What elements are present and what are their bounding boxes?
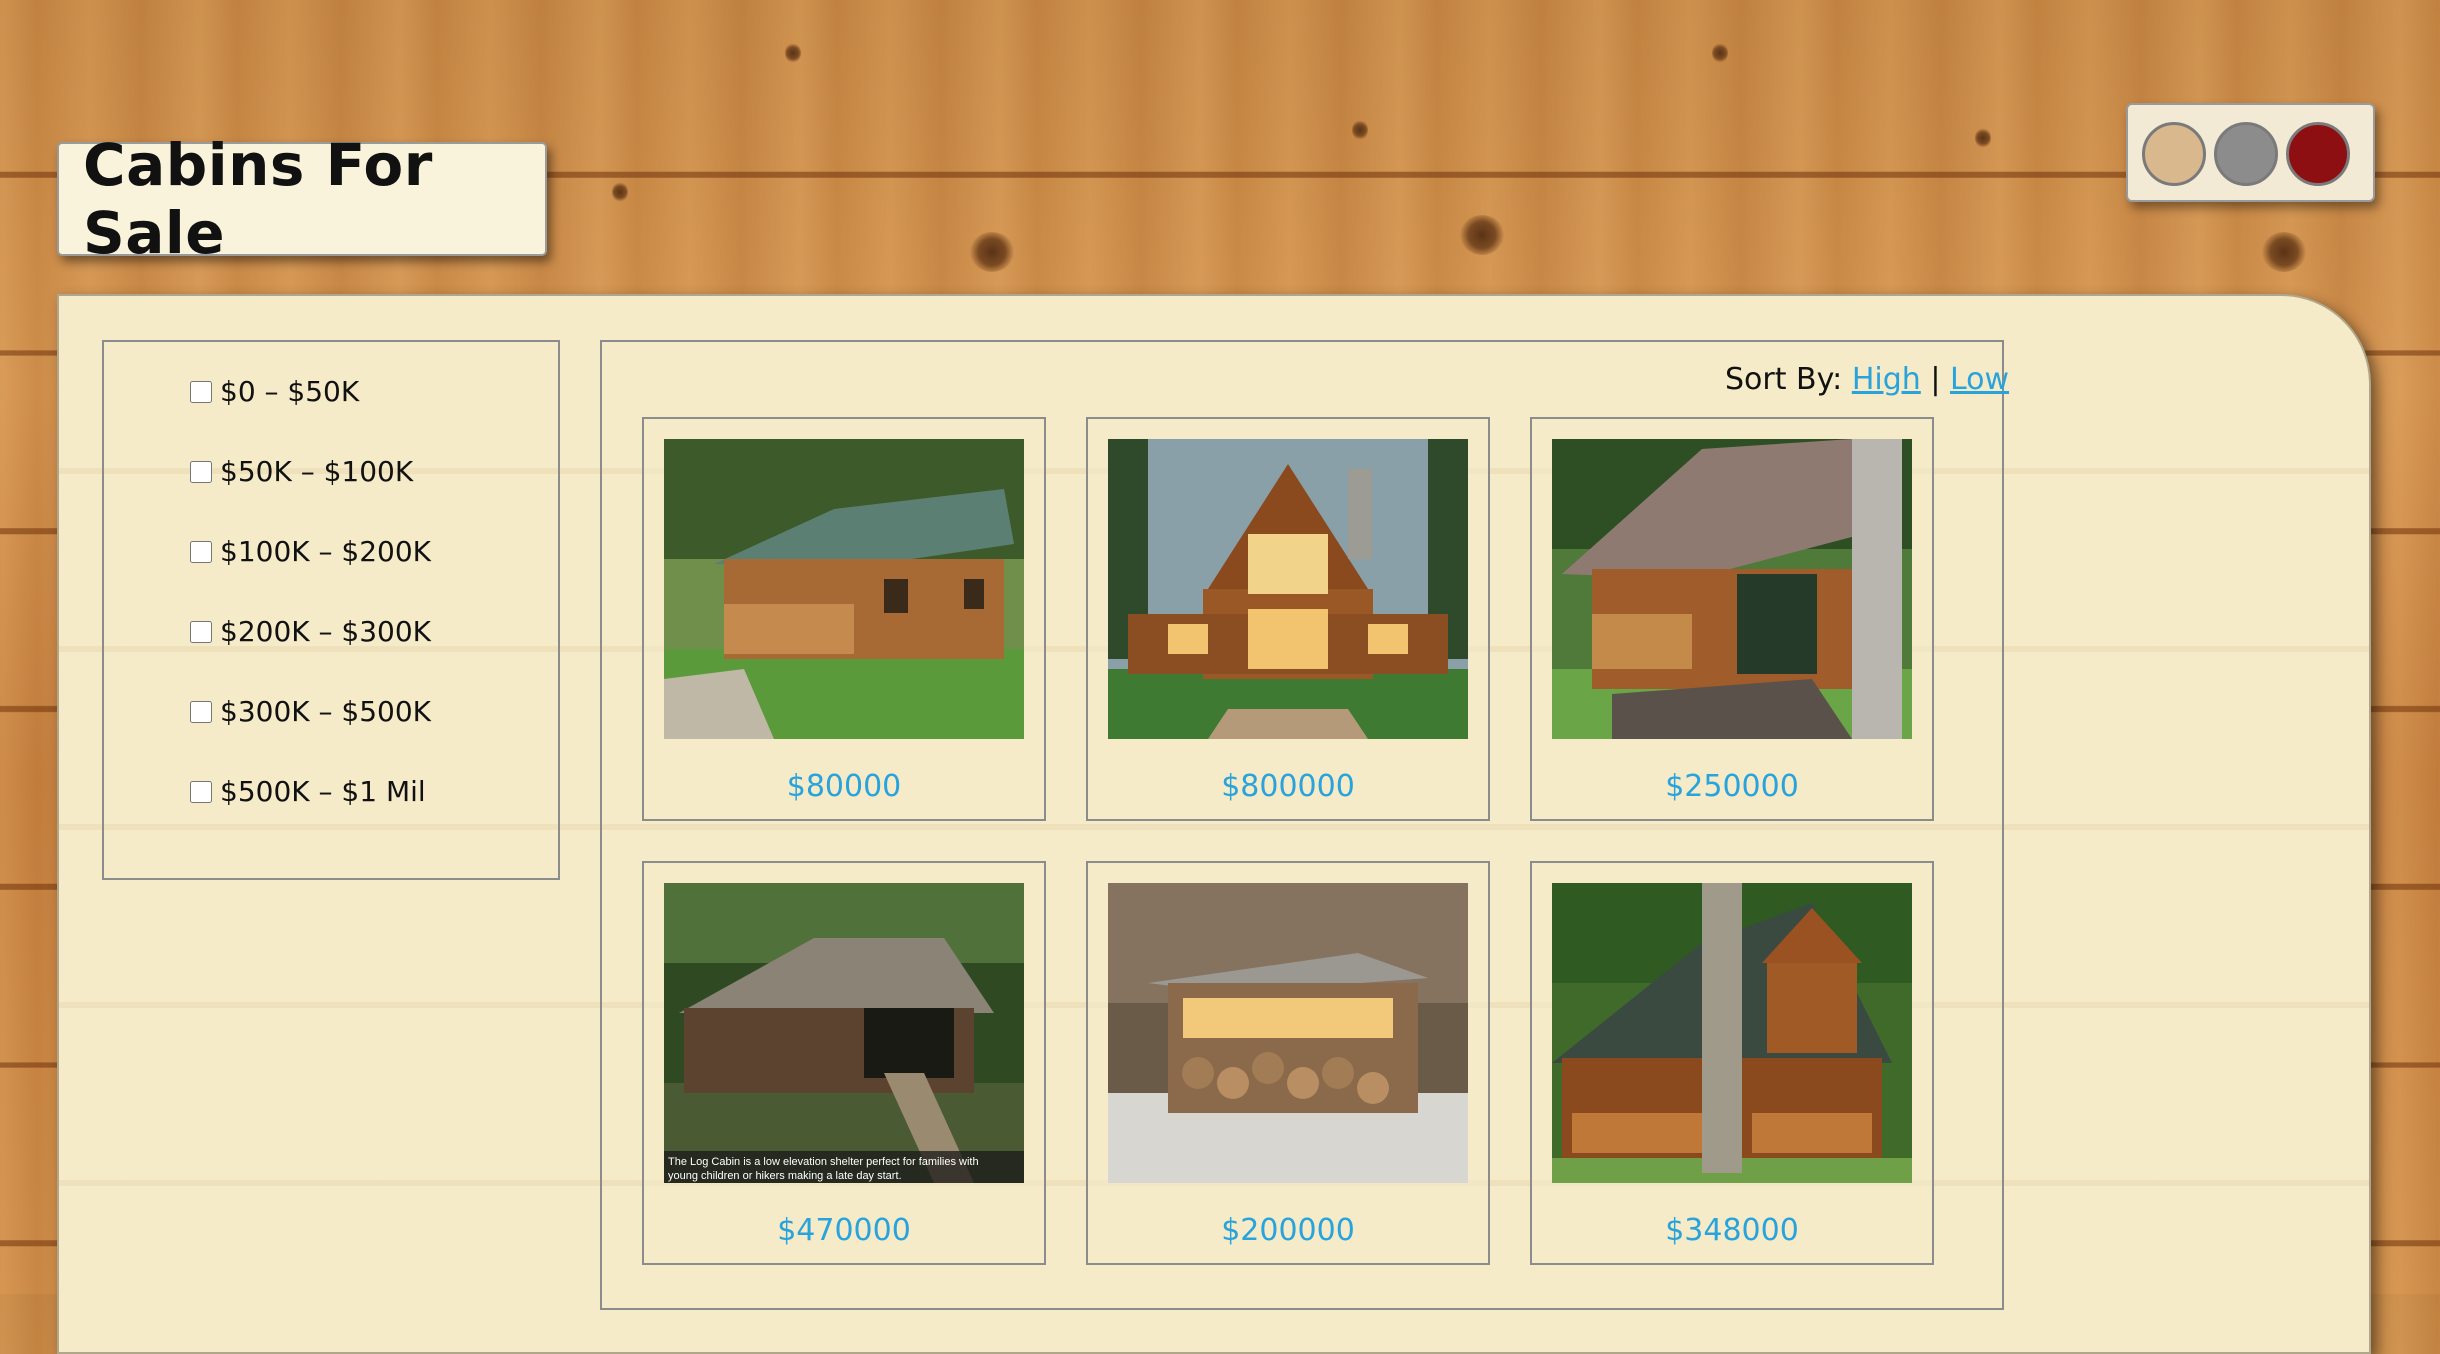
wood-knot: [2262, 232, 2306, 272]
sort-high-link[interactable]: High: [1852, 362, 1921, 397]
listing-price: $80000: [786, 769, 902, 804]
listing-card[interactable]: $80000: [642, 417, 1046, 821]
cabin-green-roof-icon[interactable]: [664, 439, 1024, 739]
price-filter-label: $300K – $500K: [220, 695, 432, 728]
price-filter-0-50k[interactable]: $0 – $50K: [190, 375, 359, 408]
price-filter-50k-100k[interactable]: $50K – $100K: [190, 455, 413, 488]
price-filter-label: $100K – $200K: [220, 535, 432, 568]
wood-knot: [1975, 128, 1991, 148]
svg-text:The Log Cabin is a low elevati: The Log Cabin is a low elevation shelter…: [668, 1156, 979, 1168]
sort-low-link[interactable]: Low: [1950, 362, 2009, 397]
listing-card[interactable]: $200000: [1086, 861, 1490, 1265]
theme-swatch-gray[interactable]: [2214, 122, 2278, 186]
theme-swatch-red[interactable]: [2286, 122, 2350, 186]
price-filter-100k-200k[interactable]: $100K – $200K: [190, 535, 431, 568]
wood-knot: [612, 182, 628, 202]
price-filter-label: $0 – $50K: [220, 375, 360, 408]
price-filter-checkbox[interactable]: [190, 460, 212, 483]
listing-price: $470000: [777, 1213, 911, 1248]
theme-swatch-tan[interactable]: [2142, 122, 2206, 186]
title-box: Cabins For Sale: [57, 131, 547, 267]
wood-knot: [1352, 120, 1368, 140]
listing-card[interactable]: $348000: [1530, 861, 1934, 1265]
price-filter-500k-1mil[interactable]: $500K – $1 Mil: [190, 775, 426, 808]
price-filter-label: $200K – $300K: [220, 615, 432, 648]
theme-swatch-group: [2126, 103, 2375, 202]
sort-control: Sort By: High | Low: [1725, 362, 2009, 397]
price-filter-200k-300k[interactable]: $200K – $300K: [190, 615, 431, 648]
lodge-large-icon[interactable]: [1108, 439, 1468, 739]
wood-knot: [970, 232, 1014, 272]
log-cabin-forest-icon[interactable]: The Log Cabin is a low elevation shelter…: [664, 883, 1024, 1183]
price-filter-label: $50K – $100K: [220, 455, 414, 488]
cabin-a-frame-icon[interactable]: [1552, 883, 1912, 1183]
listing-price: $200000: [1221, 1213, 1355, 1248]
price-filter-checkbox[interactable]: [190, 700, 212, 723]
cabin-stone-chimney-icon[interactable]: [1552, 439, 1912, 739]
listing-price: $800000: [1221, 769, 1355, 804]
listing-card[interactable]: $800000: [1086, 417, 1490, 821]
price-filter-checkbox[interactable]: [190, 620, 212, 643]
price-filter-label: $500K – $1 Mil: [220, 775, 426, 808]
cabin-log-pile-icon[interactable]: [1108, 883, 1468, 1183]
listing-card[interactable]: $250000: [1530, 417, 1934, 821]
listing-price: $348000: [1665, 1213, 1799, 1248]
wood-knot: [1712, 43, 1728, 63]
svg-text:young children or hikers makin: young children or hikers making a late d…: [668, 1170, 902, 1182]
listing-card[interactable]: The Log Cabin is a low elevation shelter…: [642, 861, 1046, 1265]
price-filter-checkbox[interactable]: [190, 380, 212, 403]
price-filter-panel: $0 – $50K $50K – $100K $100K – $200K $20…: [102, 340, 560, 880]
wood-knot: [1460, 215, 1504, 255]
price-filter-checkbox[interactable]: [190, 540, 212, 563]
page-title: Cabins For Sale: [83, 131, 433, 267]
wood-knot: [785, 43, 801, 63]
sort-separator: |: [1920, 362, 1950, 397]
price-filter-300k-500k[interactable]: $300K – $500K: [190, 695, 431, 728]
sort-label: Sort By:: [1725, 362, 1852, 397]
price-filter-checkbox[interactable]: [190, 780, 212, 803]
listing-price: $250000: [1665, 769, 1799, 804]
